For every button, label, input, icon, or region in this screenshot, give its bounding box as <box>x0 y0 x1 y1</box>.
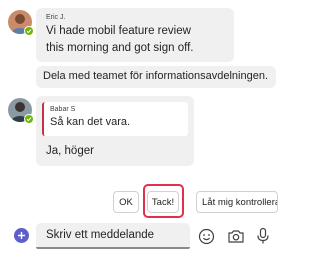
avatar-babar[interactable] <box>8 98 34 124</box>
available-check-icon <box>24 114 34 124</box>
emoji-icon[interactable] <box>196 226 216 246</box>
message-line: Vi hade mobil feature review <box>46 25 191 37</box>
message-sender: Eric J. <box>46 14 66 21</box>
message-bubble[interactable]: Babar S Så kan det vara. Ja, höger <box>36 96 194 166</box>
quote-sender: Babar S <box>50 106 76 113</box>
suggested-reply-ok[interactable]: OK <box>113 191 139 213</box>
quoted-message[interactable]: Babar S Så kan det vara. <box>42 102 188 136</box>
camera-icon[interactable] <box>226 226 246 246</box>
message-bubble[interactable]: Eric J. Vi hade mobil feature review thi… <box>36 8 234 62</box>
quote-text: Så kan det vara. <box>50 116 131 128</box>
available-check-icon <box>24 26 34 36</box>
message-text: Dela med teamet för informationsavdelnin… <box>43 70 269 82</box>
avatar-eric[interactable] <box>8 10 34 36</box>
message-line: this morning and got sign off. <box>46 42 194 54</box>
suggested-reply-check[interactable]: Låt mig kontrollera <box>196 191 278 213</box>
message-input-placeholder: Skriv ett meddelande <box>46 229 155 241</box>
plus-icon[interactable] <box>14 228 29 243</box>
microphone-icon[interactable] <box>253 226 273 246</box>
highlight-box <box>143 184 184 218</box>
input-underline <box>36 247 190 249</box>
message-input[interactable]: Skriv ett meddelande <box>36 223 190 249</box>
message-text: Ja, höger <box>46 145 94 157</box>
message-bubble[interactable]: Dela med teamet för informationsavdelnin… <box>36 66 276 88</box>
